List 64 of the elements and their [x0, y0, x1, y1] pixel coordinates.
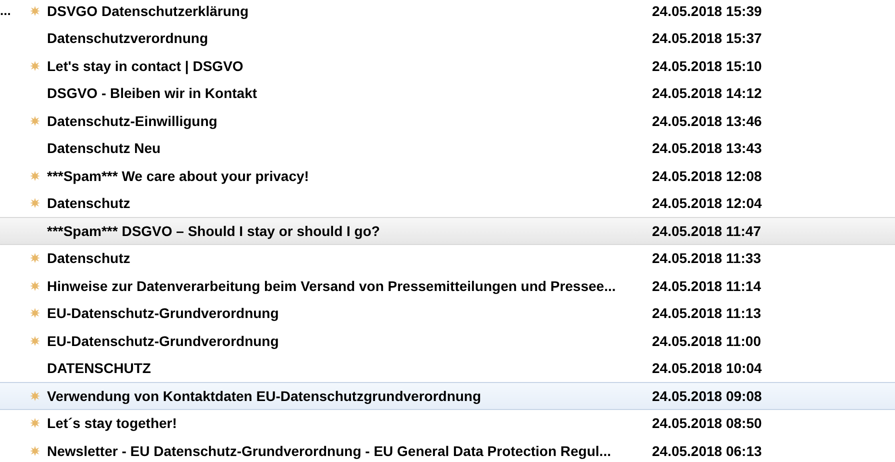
subject-cell-text: ***Spam*** DSGVO – Should I stay or should I go? [47, 222, 381, 239]
subject-cell-text: EU-Datenschutz-Grundverordnung [47, 332, 280, 349]
star-icon[interactable] [30, 336, 40, 346]
message-row[interactable]: ***Spam*** DSGVO – Should I stay or should I go? 24.05.2018 11:47 [0, 217, 895, 244]
message-row[interactable]: EU-Datenschutz-Grundverordnung 24.05.2018 11:00 [0, 327, 895, 354]
date-cell-text: 24.05.2018 11:33 [652, 250, 762, 266]
message-row[interactable]: DSGVO - Bleiben wir in Kontakt 24.05.2018 14:12 [0, 80, 895, 107]
date-cell-text: 24.05.2018 15:10 [652, 58, 763, 74]
date-cell-text: 24.05.2018 14:12 [652, 85, 763, 102]
message-row[interactable]: Datenschutzverordnung 24.05.2018 15:37 [0, 24, 895, 52]
date-cell-text: 24.05.2018 12:04 [652, 195, 763, 212]
subject-cell-text: Let's stay in contact | DSGVO [47, 58, 244, 74]
star-icon[interactable] [30, 6, 40, 16]
subject-cell-text: Let´s stay together! [47, 415, 178, 432]
message-row[interactable]: Let's stay in contact | DSGVO 24.05.2018 15:10 [0, 52, 895, 80]
date-cell-text: 24.05.2018 11:13 [652, 305, 762, 322]
subject-cell-text: DSVGO Datenschutzerklärung [47, 2, 250, 19]
date-cell-text: 24.05.2018 06:13 [652, 442, 763, 459]
message-row[interactable]: EU-Datenschutz-Grundverordnung 24.05.2018 11:13 [0, 300, 895, 327]
subject-cell-text: Datenschutz [47, 195, 132, 212]
star-icon[interactable] [30, 308, 40, 318]
message-row[interactable]: Datenschutz-Einwilligung 24.05.2018 13:46 [0, 107, 895, 134]
date-cell-text: 24.05.2018 12:08 [652, 168, 763, 184]
star-icon[interactable] [30, 390, 40, 401]
date-cell-text: 24.05.2018 13:43 [652, 140, 763, 156]
star-icon[interactable] [30, 60, 40, 71]
message-row[interactable]: DATENSCHUTZ 24.05.2018 10:04 [0, 354, 895, 382]
subject-cell-text: Verwendung von Kontaktdaten EU-Datenschutzgrundverordnung [47, 388, 482, 404]
star-icon[interactable] [30, 170, 40, 181]
message-row[interactable]: Newsletter - EU Datenschutz-Grundverordnung - EU General Data Protection Regul... 24.05.2018 06:13 [0, 437, 895, 462]
subject-cell-text: EU-Datenschutz-Grundverordnung [47, 305, 280, 322]
subject-cell-text: DATENSCHUTZ [47, 360, 152, 376]
subject-cell-text: Datenschutz [47, 250, 132, 266]
message-row[interactable]: Datenschutz Neu 24.05.2018 13:43 [0, 134, 895, 162]
star-icon[interactable] [30, 418, 40, 428]
date-cell-text: 24.05.2018 15:39 [652, 2, 763, 19]
table-cell-text: ... [0, 3, 12, 18]
subject-cell-text: DSGVO - Bleiben wir in Kontakt [47, 85, 258, 102]
message-row[interactable]: Verwendung von Kontaktdaten EU-Datenschutzgrundverordnung 24.05.2018 09:08 [0, 382, 895, 410]
date-cell-text: 24.05.2018 13:46 [652, 112, 763, 129]
star-icon[interactable] [30, 198, 40, 208]
date-cell-text: 24.05.2018 15:37 [652, 30, 763, 46]
date-cell-text: 24.05.2018 08:50 [652, 415, 763, 432]
date-cell-text: 24.05.2018 11:14 [652, 278, 762, 294]
star-icon[interactable] [30, 253, 40, 264]
message-row[interactable]: Datenschutz 24.05.2018 12:04 [0, 190, 895, 217]
message-row[interactable]: Datenschutz 24.05.2018 11:33 [0, 244, 895, 272]
date-cell-text: 24.05.2018 09:08 [652, 388, 763, 404]
subject-cell-text: Datenschutzverordnung [47, 30, 210, 46]
subject-cell-text: Newsletter - EU Datenschutz-Grundverordnung - EU General Data Protection Regul... [47, 442, 612, 459]
star-icon[interactable] [30, 280, 40, 291]
date-cell-text: 24.05.2018 11:47 [652, 222, 762, 239]
subject-cell-text: ***Spam*** We care about your privacy! [47, 168, 310, 184]
message-row[interactable]: ... DSVGO Datenschutzerklärung 24.05.2018 15:39 [0, 0, 895, 24]
message-row[interactable]: Let´s stay together! 24.05.2018 08:50 [0, 410, 895, 437]
date-cell-text: 24.05.2018 11:00 [652, 332, 762, 349]
message-row[interactable]: Hinweise zur Datenverarbeitung beim Versand von Pressemitteilungen und Pressee... 24.05.2018 11:14 [0, 272, 895, 300]
subject-cell-text: Datenschutz Neu [47, 140, 162, 156]
message-row[interactable]: ***Spam*** We care about your privacy! 24.05.2018 12:08 [0, 162, 895, 190]
subject-cell-text: Datenschutz-Einwilligung [47, 112, 218, 129]
star-icon[interactable] [30, 446, 40, 456]
date-cell-text: 24.05.2018 10:04 [652, 360, 763, 376]
subject-cell-text: Hinweise zur Datenverarbeitung beim Versand von Pressemitteilungen und Pressee... [47, 278, 617, 294]
star-icon[interactable] [30, 116, 40, 126]
